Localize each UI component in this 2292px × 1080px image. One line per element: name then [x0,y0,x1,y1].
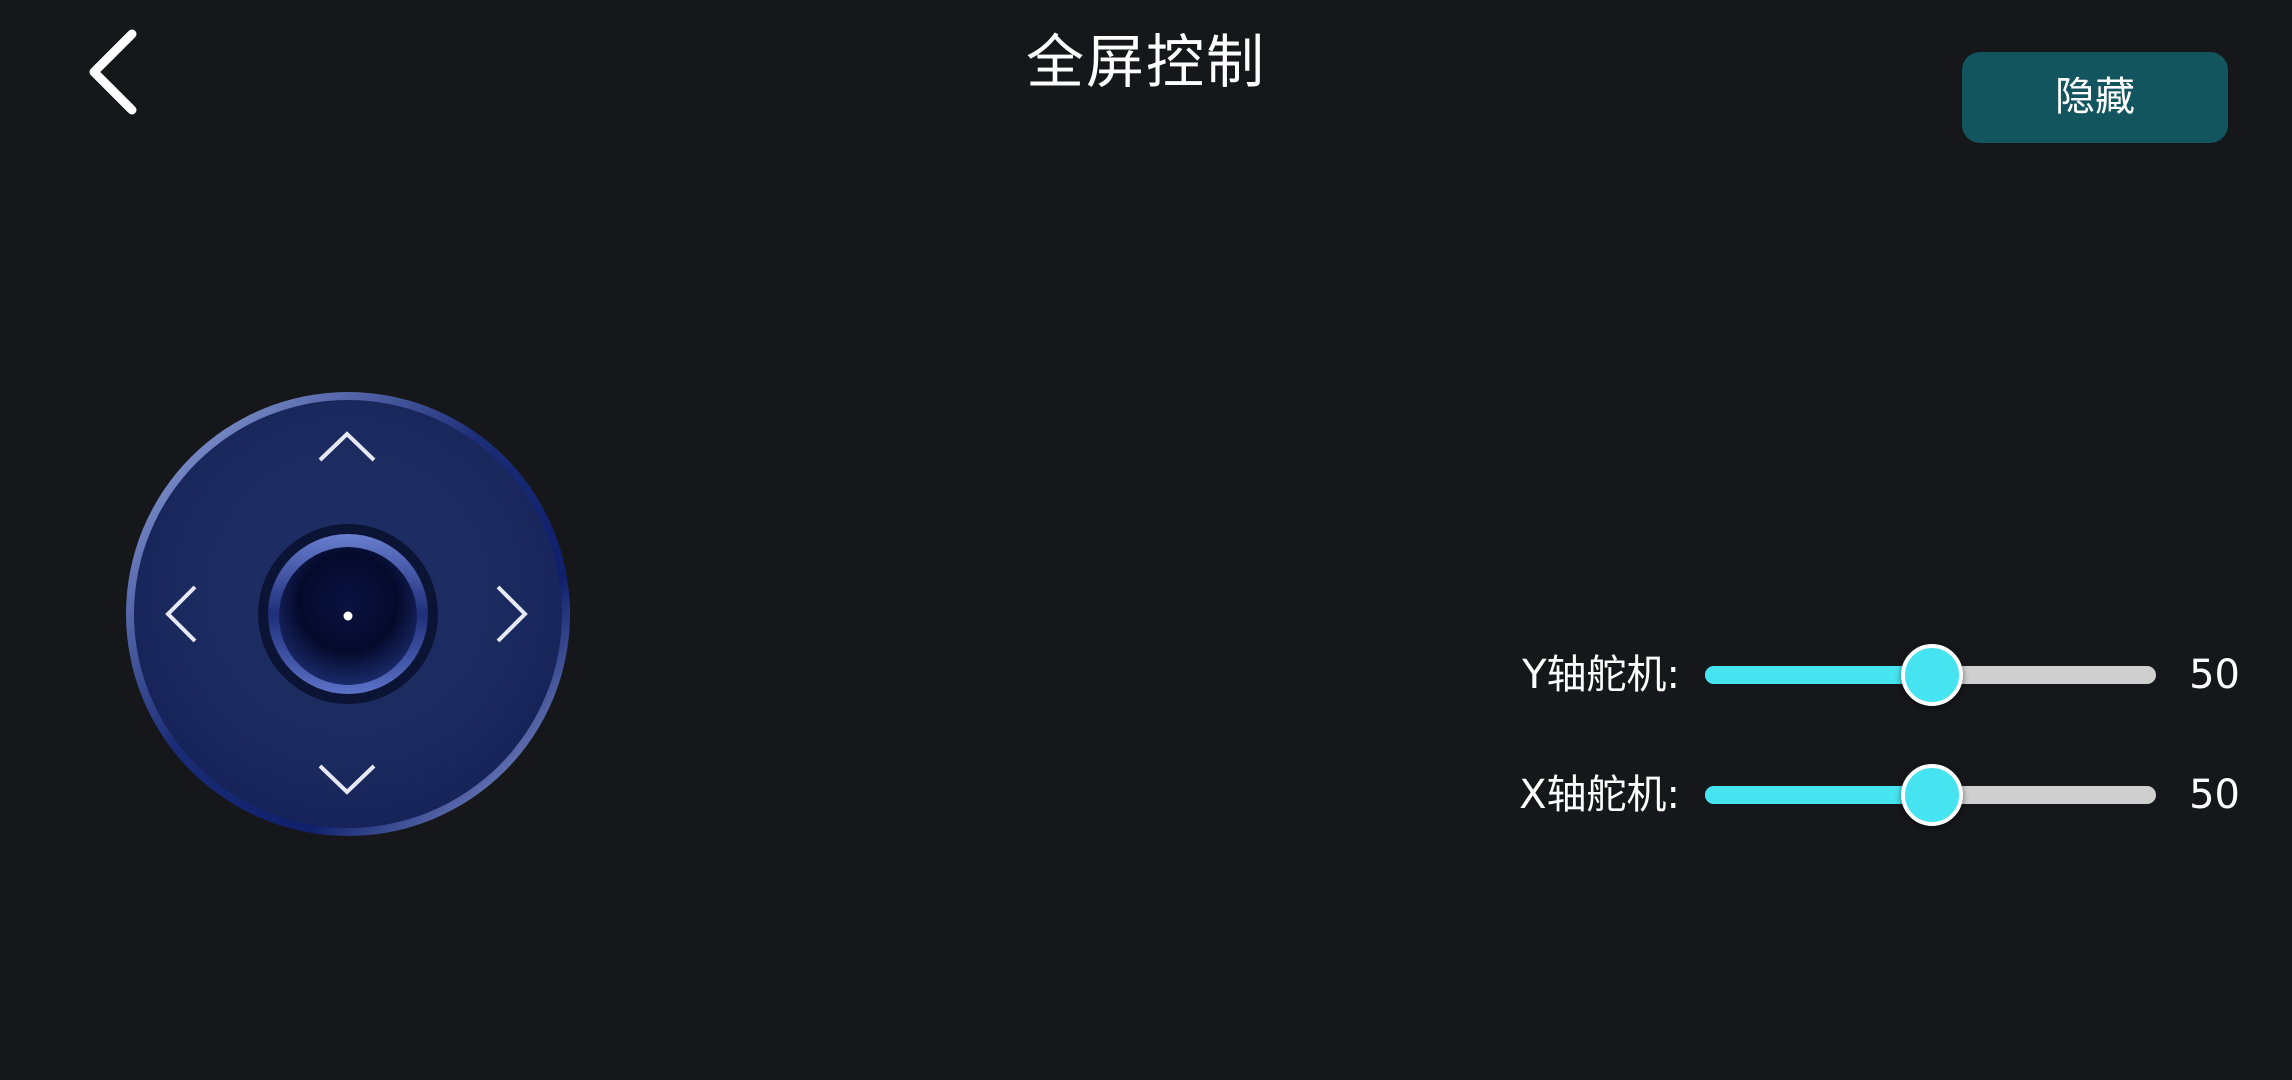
right-button[interactable] [484,564,544,664]
hide-button[interactable]: 隐藏 [1962,52,2228,143]
y-servo-slider[interactable] [1705,644,2156,706]
x-servo-slider-row: X轴舵机: 50 [1500,760,2240,830]
x-servo-slider-thumb[interactable] [1900,764,1963,826]
x-servo-slider[interactable] [1705,764,2156,826]
left-button[interactable] [152,564,212,664]
down-button[interactable] [298,740,398,800]
joystick[interactable] [122,388,574,840]
full-screen-control-page: 全屏控制 隐藏 Y轴舵机: 50 X轴舵机: 50 [0,0,2292,1080]
y-servo-slider-fill [1705,666,1931,684]
y-servo-value: 50 [2189,652,2240,698]
up-button[interactable] [298,428,398,488]
center-dot [343,611,353,621]
x-servo-value: 50 [2189,772,2240,818]
page-title: 全屏控制 [1025,28,1266,96]
x-servo-slider-fill [1705,786,1931,804]
x-servo-label: X轴舵机: [1519,772,1680,818]
y-servo-label: Y轴舵机: [1522,652,1680,698]
y-servo-slider-row: Y轴舵机: 50 [1500,640,2240,710]
y-servo-slider-thumb[interactable] [1900,644,1963,706]
